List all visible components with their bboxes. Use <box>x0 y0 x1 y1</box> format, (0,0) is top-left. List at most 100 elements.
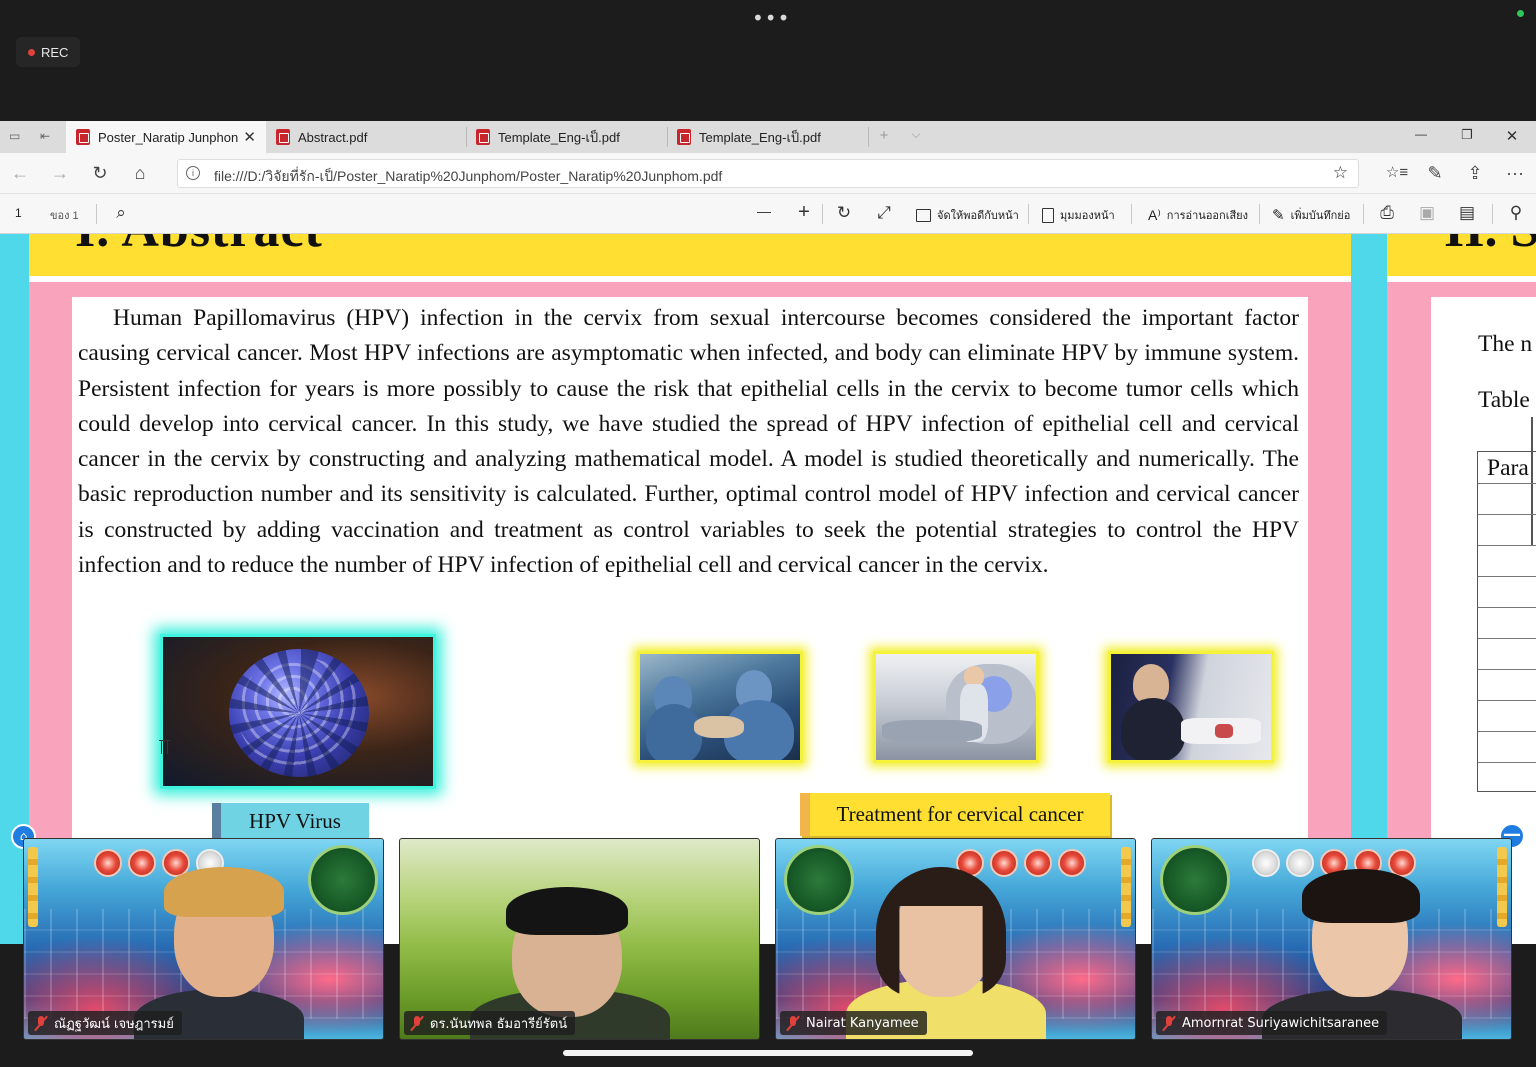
home-indicator[interactable] <box>563 1050 973 1056</box>
browser-tab-bar: ▭ ⇤ Poster_Naratip Junphon ✕ Abstract.pd… <box>0 121 1536 153</box>
patient-figure <box>1121 698 1185 760</box>
participant-hair <box>1302 869 1420 923</box>
save-icon[interactable]: ▣ <box>1417 203 1437 223</box>
tab-template-1[interactable]: Template_Eng-เป็.pdf <box>466 121 666 153</box>
toolbar-separator <box>1131 204 1132 224</box>
url-text[interactable]: file:///D:/วิจัยที่รัก-เป็/Poster_Narati… <box>214 166 722 188</box>
hpv-virus-image <box>160 634 436 789</box>
pin-toolbar-icon[interactable]: ⚲ <box>1506 203 1526 223</box>
toolbar-separator <box>1028 204 1029 224</box>
add-note-button[interactable]: ✎ เพิ่มบันทึกย่อ <box>1272 206 1350 224</box>
window-close-button[interactable]: ✕ <box>1502 127 1522 145</box>
new-tab-button[interactable]: + <box>874 127 894 144</box>
tab-close-icon[interactable]: ✕ <box>243 128 256 146</box>
tab-title: Template_Eng-เป็.pdf <box>699 129 821 145</box>
maximize-button[interactable]: ❐ <box>1457 127 1477 143</box>
parameter-table: Para <box>1477 451 1536 792</box>
favorite-star-icon[interactable]: ☆ <box>1333 163 1348 183</box>
table-row <box>1478 483 1536 484</box>
participant-hair <box>506 887 628 935</box>
emblem-icon <box>1024 849 1052 877</box>
participant-name-tag: Amornrat Suriyawichitsaranee <box>1156 1011 1388 1035</box>
surgeon-figure <box>646 704 702 760</box>
tab-template-2[interactable]: Template_Eng-เป็.pdf <box>667 121 867 153</box>
emblem-icon <box>990 849 1018 877</box>
toolbar-separator <box>1492 204 1493 224</box>
table-row <box>1478 731 1536 732</box>
doctor-figure <box>964 666 984 686</box>
search-icon[interactable]: ⌕ <box>111 203 131 223</box>
share-icon[interactable]: ⇪ <box>1464 163 1486 184</box>
zoom-in-icon[interactable]: + <box>794 201 814 224</box>
virus-particle-illustration <box>229 649 369 777</box>
back-arrow-icon[interactable]: ← <box>9 163 31 184</box>
add-note-label: เพิ่มบันทึกย่อ <box>1290 210 1351 222</box>
home-icon[interactable]: ⌂ <box>129 163 151 184</box>
toolbar-separator <box>96 204 97 224</box>
rotate-icon[interactable]: ↻ <box>834 203 854 223</box>
info-icon[interactable]: i <box>186 166 200 180</box>
page-number-input[interactable]: 1 <box>15 206 22 220</box>
fit-page-button[interactable]: จัดให้พอดีกับหน้า <box>916 206 1019 224</box>
mic-muted-icon <box>34 1015 48 1031</box>
forward-arrow-icon[interactable]: → <box>49 163 71 184</box>
pen-icon[interactable]: ✎ <box>1424 163 1446 184</box>
page-view-button[interactable]: มุมมองหน้า <box>1042 206 1115 224</box>
patient-figure <box>694 716 744 738</box>
staff-label-bar <box>1121 847 1131 927</box>
minimize-button[interactable]: — <box>1411 127 1431 141</box>
more-menu-icon[interactable]: ··· <box>1504 163 1526 184</box>
video-tile[interactable]: Amornrat Suriyawichitsaranee <box>1151 838 1512 1040</box>
video-tile[interactable]: ณัฏฐวัฒน์ เจษฎารมย์ <box>23 838 384 1040</box>
zoom-out-icon[interactable]: — <box>754 203 774 219</box>
section-title: I. Abstract <box>75 234 323 259</box>
read-aloud-icon: A⁾ <box>1148 206 1161 223</box>
emblem-icon <box>1286 849 1314 877</box>
tab-poster[interactable]: Poster_Naratip Junphon ✕ <box>66 121 266 153</box>
video-tile[interactable]: ดร.นันทพล ธัมอารีย์รัตน์ <box>399 838 760 1040</box>
fit-page-label: จัดให้พอดีกับหน้า <box>937 210 1019 222</box>
video-tile[interactable]: Nairat Kanyamee <box>775 838 1136 1040</box>
page-count-label: ของ 1 <box>50 210 79 222</box>
participant-name: Amornrat Suriyawichitsaranee <box>1182 1015 1380 1031</box>
chemotherapy-image <box>1108 651 1274 763</box>
patient-table <box>882 720 982 742</box>
right-text-line: The n <box>1478 331 1533 357</box>
participant-name: ดร.นันทพล ธัมอารีย์รัตน์ <box>430 1016 568 1032</box>
table-row <box>1478 514 1536 515</box>
more-options-icon[interactable]: ••• <box>752 6 790 30</box>
table-row <box>1478 762 1536 763</box>
fit-width-icon[interactable]: ⤢ <box>874 203 894 223</box>
seal-logo <box>1160 845 1230 915</box>
radiotherapy-image <box>873 651 1039 763</box>
record-dot-icon <box>28 48 35 56</box>
participant-name-tag: ดร.นันทพล ธัมอารีย์รัตน์ <box>404 1011 576 1035</box>
staff-label-bar <box>1497 847 1507 927</box>
read-aloud-label: การอ่านออกเสียง <box>1166 210 1248 222</box>
right-table-caption: Table <box>1478 387 1530 413</box>
screen: ••• REC ▭ ⇤ Poster_Naratip Junphon ✕ Abs… <box>0 0 1536 1067</box>
recording-indicator: REC <box>16 37 81 67</box>
pdf-icon <box>76 129 90 145</box>
emblem-icon <box>1252 849 1280 877</box>
treatment-caption: Treatment for cervical cancer <box>800 793 1110 836</box>
tab-actions-icon[interactable]: ▭ <box>9 129 25 143</box>
print-icon[interactable]: ⎙ <box>1377 203 1397 223</box>
tab-title: Template_Eng-เป็.pdf <box>498 129 620 145</box>
tab-list-icon[interactable]: ⌵ <box>906 127 926 142</box>
favorites-collection-icon[interactable]: ☆≡ <box>1383 163 1411 181</box>
read-aloud-button[interactable]: A⁾ การอ่านออกเสียง <box>1148 206 1248 224</box>
participant-hair <box>164 867 284 917</box>
url-field[interactable]: i file:///D:/วิจัยที่รัก-เป็/Poster_Nara… <box>177 159 1359 188</box>
save-as-icon[interactable]: ▤ <box>1457 203 1477 223</box>
rec-label: REC <box>41 44 69 60</box>
status-dot-icon <box>1517 10 1524 17</box>
tab-back-icon[interactable]: ⇤ <box>40 129 56 143</box>
participant-name-tag: ณัฏฐวัฒน์ เจษฎารมย์ <box>28 1011 182 1035</box>
emblem-icon <box>1058 849 1086 877</box>
tab-abstract[interactable]: Abstract.pdf <box>266 121 466 153</box>
fit-page-icon <box>916 208 931 222</box>
mic-muted-icon <box>410 1015 424 1031</box>
refresh-icon[interactable]: ↻ <box>89 163 111 184</box>
table-row <box>1478 607 1536 608</box>
